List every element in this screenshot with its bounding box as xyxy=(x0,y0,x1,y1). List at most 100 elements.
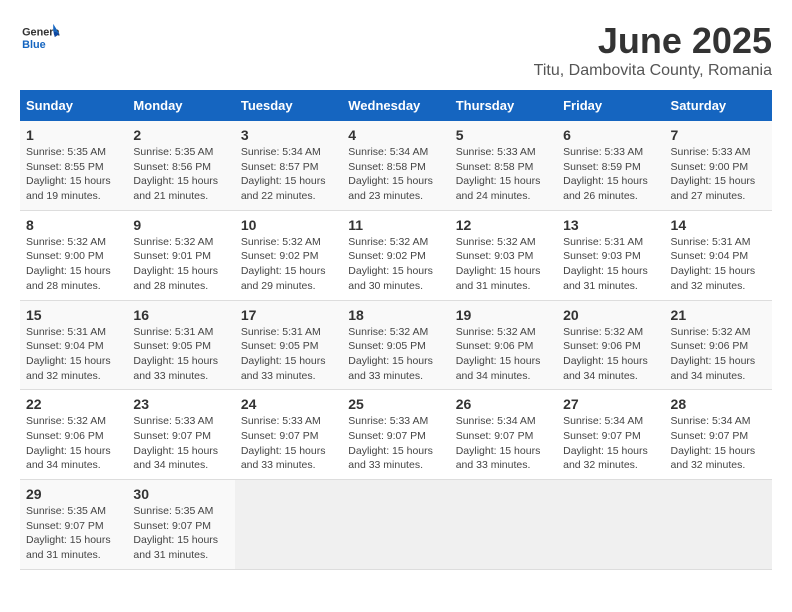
day-info-20: Sunrise: 5:32 AMSunset: 9:06 PMDaylight:… xyxy=(563,326,648,382)
calendar-row-2: 8 Sunrise: 5:32 AMSunset: 9:00 PMDayligh… xyxy=(20,210,772,300)
day-info-11: Sunrise: 5:32 AMSunset: 9:02 PMDaylight:… xyxy=(348,236,433,292)
logo-icon: General Blue xyxy=(20,20,60,55)
day-cell-24: 24 Sunrise: 5:33 AMSunset: 9:07 PMDaylig… xyxy=(235,390,342,480)
calendar-header-row: Sunday Monday Tuesday Wednesday Thursday… xyxy=(20,90,772,121)
day-number-10: 10 xyxy=(241,217,336,233)
day-info-25: Sunrise: 5:33 AMSunset: 9:07 PMDaylight:… xyxy=(348,415,433,471)
day-info-2: Sunrise: 5:35 AMSunset: 8:56 PMDaylight:… xyxy=(133,146,218,202)
day-cell-21: 21 Sunrise: 5:32 AMSunset: 9:06 PMDaylig… xyxy=(665,300,772,390)
calendar-row-1: 1 Sunrise: 5:35 AMSunset: 8:55 PMDayligh… xyxy=(20,121,772,210)
day-cell-3: 3 Sunrise: 5:34 AMSunset: 8:57 PMDayligh… xyxy=(235,121,342,210)
header-monday: Monday xyxy=(127,90,234,121)
day-cell-11: 11 Sunrise: 5:32 AMSunset: 9:02 PMDaylig… xyxy=(342,210,449,300)
day-cell-23: 23 Sunrise: 5:33 AMSunset: 9:07 PMDaylig… xyxy=(127,390,234,480)
day-cell-22: 22 Sunrise: 5:32 AMSunset: 9:06 PMDaylig… xyxy=(20,390,127,480)
header-thursday: Thursday xyxy=(450,90,557,121)
day-info-14: Sunrise: 5:31 AMSunset: 9:04 PMDaylight:… xyxy=(671,236,756,292)
day-info-1: Sunrise: 5:35 AMSunset: 8:55 PMDaylight:… xyxy=(26,146,111,202)
page-subtitle: Titu, Dambovita County, Romania xyxy=(534,62,772,80)
day-info-26: Sunrise: 5:34 AMSunset: 9:07 PMDaylight:… xyxy=(456,415,541,471)
day-cell-10: 10 Sunrise: 5:32 AMSunset: 9:02 PMDaylig… xyxy=(235,210,342,300)
day-cell-26: 26 Sunrise: 5:34 AMSunset: 9:07 PMDaylig… xyxy=(450,390,557,480)
day-info-10: Sunrise: 5:32 AMSunset: 9:02 PMDaylight:… xyxy=(241,236,326,292)
day-number-6: 6 xyxy=(563,127,658,143)
day-number-19: 19 xyxy=(456,307,551,323)
logo: General Blue xyxy=(20,20,60,55)
day-number-30: 30 xyxy=(133,486,228,502)
day-number-2: 2 xyxy=(133,127,228,143)
day-info-30: Sunrise: 5:35 AMSunset: 9:07 PMDaylight:… xyxy=(133,505,218,561)
day-info-8: Sunrise: 5:32 AMSunset: 9:00 PMDaylight:… xyxy=(26,236,111,292)
day-info-24: Sunrise: 5:33 AMSunset: 9:07 PMDaylight:… xyxy=(241,415,326,471)
day-number-22: 22 xyxy=(26,396,121,412)
empty-cell xyxy=(665,480,772,570)
day-info-29: Sunrise: 5:35 AMSunset: 9:07 PMDaylight:… xyxy=(26,505,111,561)
day-number-11: 11 xyxy=(348,217,443,233)
header-friday: Friday xyxy=(557,90,664,121)
day-info-18: Sunrise: 5:32 AMSunset: 9:05 PMDaylight:… xyxy=(348,326,433,382)
day-number-20: 20 xyxy=(563,307,658,323)
day-number-17: 17 xyxy=(241,307,336,323)
day-info-28: Sunrise: 5:34 AMSunset: 9:07 PMDaylight:… xyxy=(671,415,756,471)
empty-cell xyxy=(450,480,557,570)
day-cell-18: 18 Sunrise: 5:32 AMSunset: 9:05 PMDaylig… xyxy=(342,300,449,390)
day-number-26: 26 xyxy=(456,396,551,412)
day-cell-19: 19 Sunrise: 5:32 AMSunset: 9:06 PMDaylig… xyxy=(450,300,557,390)
day-number-14: 14 xyxy=(671,217,766,233)
day-number-25: 25 xyxy=(348,396,443,412)
day-cell-2: 2 Sunrise: 5:35 AMSunset: 8:56 PMDayligh… xyxy=(127,121,234,210)
day-number-23: 23 xyxy=(133,396,228,412)
day-number-1: 1 xyxy=(26,127,121,143)
day-number-12: 12 xyxy=(456,217,551,233)
day-info-7: Sunrise: 5:33 AMSunset: 9:00 PMDaylight:… xyxy=(671,146,756,202)
day-info-21: Sunrise: 5:32 AMSunset: 9:06 PMDaylight:… xyxy=(671,326,756,382)
svg-text:Blue: Blue xyxy=(22,39,46,51)
header-tuesday: Tuesday xyxy=(235,90,342,121)
day-number-9: 9 xyxy=(133,217,228,233)
day-info-19: Sunrise: 5:32 AMSunset: 9:06 PMDaylight:… xyxy=(456,326,541,382)
calendar-table: Sunday Monday Tuesday Wednesday Thursday… xyxy=(20,90,772,570)
day-number-29: 29 xyxy=(26,486,121,502)
day-cell-27: 27 Sunrise: 5:34 AMSunset: 9:07 PMDaylig… xyxy=(557,390,664,480)
day-info-6: Sunrise: 5:33 AMSunset: 8:59 PMDaylight:… xyxy=(563,146,648,202)
day-info-9: Sunrise: 5:32 AMSunset: 9:01 PMDaylight:… xyxy=(133,236,218,292)
day-cell-12: 12 Sunrise: 5:32 AMSunset: 9:03 PMDaylig… xyxy=(450,210,557,300)
day-cell-8: 8 Sunrise: 5:32 AMSunset: 9:00 PMDayligh… xyxy=(20,210,127,300)
day-number-21: 21 xyxy=(671,307,766,323)
day-cell-17: 17 Sunrise: 5:31 AMSunset: 9:05 PMDaylig… xyxy=(235,300,342,390)
day-info-16: Sunrise: 5:31 AMSunset: 9:05 PMDaylight:… xyxy=(133,326,218,382)
day-info-3: Sunrise: 5:34 AMSunset: 8:57 PMDaylight:… xyxy=(241,146,326,202)
day-info-23: Sunrise: 5:33 AMSunset: 9:07 PMDaylight:… xyxy=(133,415,218,471)
day-number-7: 7 xyxy=(671,127,766,143)
day-cell-13: 13 Sunrise: 5:31 AMSunset: 9:03 PMDaylig… xyxy=(557,210,664,300)
empty-cell xyxy=(557,480,664,570)
day-cell-14: 14 Sunrise: 5:31 AMSunset: 9:04 PMDaylig… xyxy=(665,210,772,300)
day-cell-6: 6 Sunrise: 5:33 AMSunset: 8:59 PMDayligh… xyxy=(557,121,664,210)
day-number-8: 8 xyxy=(26,217,121,233)
page-title: June 2025 xyxy=(534,20,772,62)
day-info-22: Sunrise: 5:32 AMSunset: 9:06 PMDaylight:… xyxy=(26,415,111,471)
header-sunday: Sunday xyxy=(20,90,127,121)
day-info-5: Sunrise: 5:33 AMSunset: 8:58 PMDaylight:… xyxy=(456,146,541,202)
day-cell-1: 1 Sunrise: 5:35 AMSunset: 8:55 PMDayligh… xyxy=(20,121,127,210)
day-cell-4: 4 Sunrise: 5:34 AMSunset: 8:58 PMDayligh… xyxy=(342,121,449,210)
day-number-18: 18 xyxy=(348,307,443,323)
empty-cell xyxy=(235,480,342,570)
day-cell-30: 30 Sunrise: 5:35 AMSunset: 9:07 PMDaylig… xyxy=(127,480,234,570)
day-info-13: Sunrise: 5:31 AMSunset: 9:03 PMDaylight:… xyxy=(563,236,648,292)
day-number-27: 27 xyxy=(563,396,658,412)
calendar-row-4: 22 Sunrise: 5:32 AMSunset: 9:06 PMDaylig… xyxy=(20,390,772,480)
day-cell-15: 15 Sunrise: 5:31 AMSunset: 9:04 PMDaylig… xyxy=(20,300,127,390)
day-cell-28: 28 Sunrise: 5:34 AMSunset: 9:07 PMDaylig… xyxy=(665,390,772,480)
calendar-row-5: 29 Sunrise: 5:35 AMSunset: 9:07 PMDaylig… xyxy=(20,480,772,570)
day-number-4: 4 xyxy=(348,127,443,143)
day-cell-16: 16 Sunrise: 5:31 AMSunset: 9:05 PMDaylig… xyxy=(127,300,234,390)
day-info-27: Sunrise: 5:34 AMSunset: 9:07 PMDaylight:… xyxy=(563,415,648,471)
day-info-17: Sunrise: 5:31 AMSunset: 9:05 PMDaylight:… xyxy=(241,326,326,382)
day-number-3: 3 xyxy=(241,127,336,143)
day-cell-9: 9 Sunrise: 5:32 AMSunset: 9:01 PMDayligh… xyxy=(127,210,234,300)
page-header: General Blue June 2025 Titu, Dambovita C… xyxy=(20,20,772,80)
day-cell-20: 20 Sunrise: 5:32 AMSunset: 9:06 PMDaylig… xyxy=(557,300,664,390)
day-cell-25: 25 Sunrise: 5:33 AMSunset: 9:07 PMDaylig… xyxy=(342,390,449,480)
header-wednesday: Wednesday xyxy=(342,90,449,121)
